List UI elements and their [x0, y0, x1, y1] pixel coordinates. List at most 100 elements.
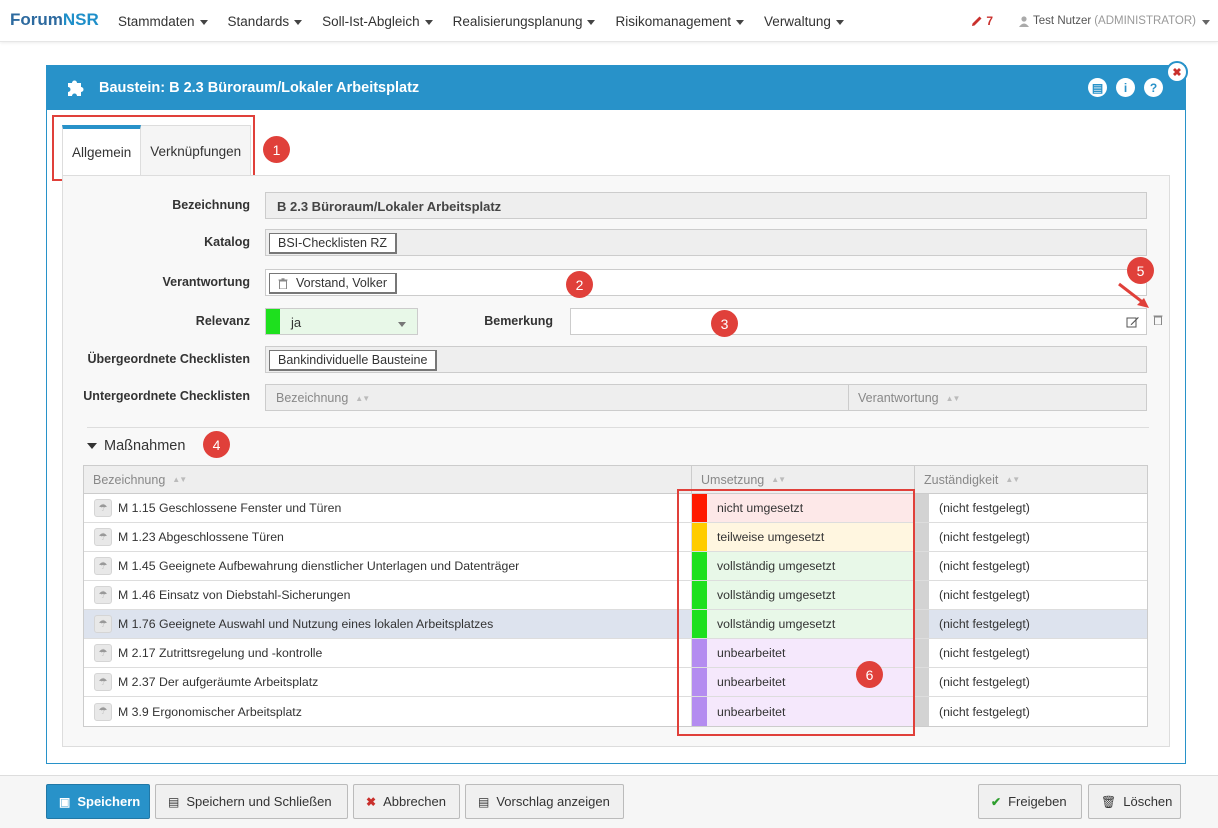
delete-button[interactable]: 🗑 Löschen — [1088, 784, 1181, 819]
uebergeordnete-tag[interactable]: Bankindividuelle Bausteine — [269, 350, 438, 371]
brand-logo[interactable]: ForumNSR — [10, 10, 99, 30]
umbrella-icon: ☂ — [94, 644, 112, 662]
massnahme-name-cell[interactable]: ☂ M 3.9 Ergonomischer Arbeitsplatz — [84, 697, 692, 726]
massnahme-name-cell[interactable]: ☂ M 1.76 Geeignete Auswahl und Nutzung ei… — [84, 610, 692, 638]
pdf-export-icon[interactable]: ▤ — [1088, 78, 1107, 97]
trash-icon: 🗑 — [1101, 794, 1117, 809]
chevron-down-icon — [835, 19, 844, 25]
chevron-down-icon — [294, 19, 303, 25]
bezeichnung-field: B 2.3 Büroraum/Lokaler Arbeitsplatz — [265, 192, 1147, 219]
zustaendigkeit-color-bar — [915, 639, 929, 667]
footer-toolbar: ▣ Speichern ▤ Speichern und Schließen ✖ Abb… — [0, 775, 1218, 828]
chevron-down-icon — [424, 19, 433, 25]
info-icon[interactable]: i — [1116, 78, 1135, 97]
massnahmen-toggle[interactable]: Maßnahmen — [87, 438, 185, 454]
sort-icon: ▲▼ — [355, 393, 370, 403]
table-row[interactable]: ☂ M 2.17 Zutrittsregelung und -kontrolle u… — [84, 639, 1147, 668]
edit-counter[interactable]: 7 — [971, 14, 993, 28]
massnahme-name-cell[interactable]: ☂ M 1.46 Einsatz von Diebstahl-Sicherunge… — [84, 581, 692, 609]
menu-realisierungsplanung[interactable]: Realisierungsplanung — [453, 0, 596, 42]
zustaendigkeit-value: (nicht festgelegt) — [939, 675, 1030, 689]
menu-risikomanagement[interactable]: Risikomanagement — [615, 0, 745, 42]
bemerkung-label: Bemerkung — [484, 314, 553, 328]
zustaendigkeit-cell[interactable]: (nicht festgelegt) — [915, 523, 1147, 551]
close-icon: ✖ — [366, 794, 377, 809]
menu-verwaltung[interactable]: Verwaltung — [764, 0, 844, 42]
verantwortung-field[interactable]: Vorstand, Volker — [265, 269, 1147, 296]
edit-icon[interactable] — [1126, 316, 1139, 329]
col-bezeichnung[interactable]: Bezeichnung ▲▼ — [84, 466, 692, 493]
massnahme-name-cell[interactable]: ☂ M 2.17 Zutrittsregelung und -kontrolle — [84, 639, 692, 667]
umbrella-icon: ☂ — [94, 557, 112, 575]
untergeordnete-col-bezeichnung[interactable]: Bezeichnung ▲▼ — [276, 391, 370, 405]
zustaendigkeit-cell[interactable]: (nicht festgelegt) — [915, 697, 1147, 726]
trash-icon[interactable] — [278, 277, 288, 289]
table-row[interactable]: ☂ M 1.23 Abgeschlossene Türen teilweise um… — [84, 523, 1147, 552]
massnahme-name-cell[interactable]: ☂ M 1.15 Geschlossene Fenster und Türen — [84, 494, 692, 522]
annotation-badge-3: 3 — [711, 310, 738, 337]
cancel-button[interactable]: ✖ Abbrechen — [353, 784, 460, 819]
annotation-badge-4: 4 — [203, 431, 230, 458]
check-icon: ✔ — [991, 794, 1002, 809]
sort-icon: ▲▼ — [945, 393, 961, 403]
massnahme-name-cell[interactable]: ☂ M 1.23 Abgeschlossene Türen — [84, 523, 692, 551]
relevanz-color-bar — [266, 309, 280, 334]
umbrella-icon: ☂ — [94, 673, 112, 691]
chevron-down-icon — [1202, 19, 1210, 25]
col-zustaendigkeit[interactable]: Zuständigkeit ▲▼ — [915, 466, 1147, 493]
sort-icon: ▲▼ — [1005, 475, 1020, 484]
help-icon[interactable]: ? — [1144, 78, 1163, 97]
menu-standards[interactable]: Standards — [228, 0, 303, 42]
zustaendigkeit-value: (nicht festgelegt) — [939, 530, 1030, 544]
zustaendigkeit-cell[interactable]: (nicht festgelegt) — [915, 639, 1147, 667]
annotation-badge-6: 6 — [856, 661, 883, 688]
table-row[interactable]: ☂ M 1.15 Geschlossene Fenster und Türen ni… — [84, 494, 1147, 523]
massnahme-name-cell[interactable]: ☂ M 1.45 Geeignete Aufbewahrung dienstlic… — [84, 552, 692, 580]
annotation-badge-2: 2 — [566, 271, 593, 298]
zustaendigkeit-color-bar — [915, 494, 929, 522]
zustaendigkeit-cell[interactable]: (nicht festgelegt) — [915, 610, 1147, 638]
save-close-button[interactable]: ▤ Speichern und Schließen — [155, 784, 348, 819]
chevron-down-icon — [587, 19, 596, 25]
katalog-field: BSI-Checklisten RZ — [265, 229, 1147, 256]
table-row[interactable]: ☂ M 1.45 Geeignete Aufbewahrung dienstlic… — [84, 552, 1147, 581]
table-row[interactable]: ☂ M 1.46 Einsatz von Diebstahl-Sicherunge… — [84, 581, 1147, 610]
table-row[interactable]: ☂ M 1.76 Geeignete Auswahl und Nutzung ei… — [84, 610, 1147, 639]
save-close-icon: ▤ — [168, 794, 180, 809]
bemerkung-field[interactable] — [570, 308, 1147, 335]
zustaendigkeit-color-bar — [915, 523, 929, 551]
delete-remark-icon[interactable] — [1153, 314, 1163, 325]
zustaendigkeit-cell[interactable]: (nicht festgelegt) — [915, 494, 1147, 522]
release-button[interactable]: ✔ Freigeben — [978, 784, 1082, 819]
untergeordnete-col-verantwortung[interactable]: Verantwortung ▲▼ — [858, 391, 961, 405]
relevanz-select[interactable]: ja — [265, 308, 418, 335]
zustaendigkeit-color-bar — [915, 610, 929, 638]
close-panel-button[interactable]: ✖ — [1166, 61, 1188, 83]
annotation-box-umsetzung — [677, 489, 915, 736]
puzzle-icon — [68, 80, 84, 96]
pencil-icon — [972, 16, 982, 26]
table-row[interactable]: ☂ M 3.9 Ergonomischer Arbeitsplatz unbearb… — [84, 697, 1147, 726]
massnahme-name: M 1.15 Geschlossene Fenster und Türen — [118, 501, 342, 515]
zustaendigkeit-cell[interactable]: (nicht festgelegt) — [915, 668, 1147, 696]
verantwortung-tag[interactable]: Vorstand, Volker — [269, 273, 398, 294]
relevanz-value: ja — [291, 315, 302, 330]
untergeordnete-table: Bezeichnung ▲▼ Verantwortung ▲▼ — [265, 384, 1147, 411]
user-menu[interactable]: Test Nutzer (ADMINISTRATOR) — [1019, 15, 1210, 27]
zustaendigkeit-cell[interactable]: (nicht festgelegt) — [915, 552, 1147, 580]
massnahme-name-cell[interactable]: ☂ M 2.37 Der aufgeräumte Arbeitsplatz — [84, 668, 692, 696]
umbrella-icon: ☂ — [94, 499, 112, 517]
massnahme-name: M 1.46 Einsatz von Diebstahl-Sicherungen — [118, 588, 351, 602]
table-row[interactable]: ☂ M 2.37 Der aufgeräumte Arbeitsplatz unbe… — [84, 668, 1147, 697]
zustaendigkeit-cell[interactable]: (nicht festgelegt) — [915, 581, 1147, 609]
chevron-down-icon — [398, 322, 406, 327]
katalog-tag: BSI-Checklisten RZ — [269, 233, 398, 254]
annotation-badge-1: 1 — [263, 136, 290, 163]
suggest-button[interactable]: ▤ Vorschlag anzeigen — [465, 784, 624, 819]
relevanz-label: Relevanz — [195, 314, 250, 328]
zustaendigkeit-value: (nicht festgelegt) — [939, 501, 1030, 515]
save-button[interactable]: ▣ Speichern — [46, 784, 150, 819]
caret-down-icon — [87, 443, 97, 449]
menu-stammdaten[interactable]: Stammdaten — [118, 0, 208, 42]
menu-soll-ist-abgleich[interactable]: Soll-Ist-Abgleich — [322, 0, 433, 42]
